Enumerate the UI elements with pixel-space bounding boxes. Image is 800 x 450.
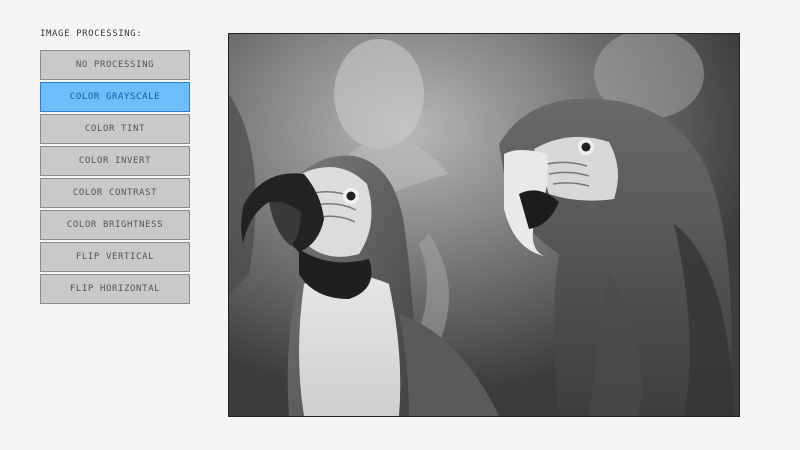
flip-horizontal-button[interactable]: FLIP HORIZONTAL <box>40 274 190 304</box>
button-label: COLOR BRIGHTNESS <box>66 220 164 230</box>
button-label: NO PROCESSING <box>75 60 155 70</box>
button-label: COLOR CONTRAST <box>72 188 158 198</box>
button-label: FLIP VERTICAL <box>75 252 155 262</box>
button-label: FLIP HORIZONTAL <box>69 284 161 294</box>
no-processing-button[interactable]: NO PROCESSING <box>40 50 190 80</box>
panel-title: IMAGE PROCESSING: <box>40 29 143 39</box>
color-grayscale-button[interactable]: COLOR GRAYSCALE <box>40 82 190 112</box>
button-label: COLOR INVERT <box>78 156 152 166</box>
parrots-image <box>229 34 739 416</box>
processing-menu: NO PROCESSING COLOR GRAYSCALE COLOR TINT… <box>40 50 190 306</box>
button-label: COLOR TINT <box>84 124 146 134</box>
color-contrast-button[interactable]: COLOR CONTRAST <box>40 178 190 208</box>
flip-vertical-button[interactable]: FLIP VERTICAL <box>40 242 190 272</box>
color-brightness-button[interactable]: COLOR BRIGHTNESS <box>40 210 190 240</box>
color-tint-button[interactable]: COLOR TINT <box>40 114 190 144</box>
button-label: COLOR GRAYSCALE <box>69 92 161 102</box>
image-viewer <box>228 33 740 417</box>
color-invert-button[interactable]: COLOR INVERT <box>40 146 190 176</box>
